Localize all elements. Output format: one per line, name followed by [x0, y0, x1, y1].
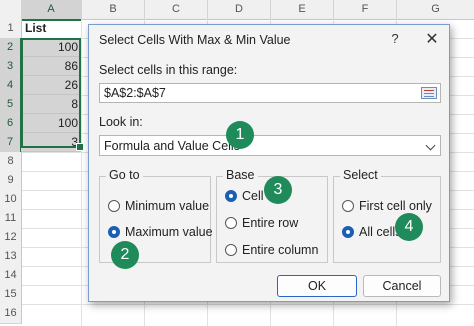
look-in-label: Look in: — [99, 115, 143, 129]
row-header-16[interactable]: 16 — [0, 304, 22, 324]
radio-circle — [108, 200, 120, 212]
row-header-12[interactable]: 12 — [0, 228, 22, 248]
select-all-corner[interactable] — [0, 0, 22, 20]
fill-handle[interactable] — [76, 143, 84, 151]
row-header-15[interactable]: 15 — [0, 285, 22, 305]
row-header-5[interactable]: 5 — [0, 95, 22, 115]
grid-line — [21, 304, 474, 305]
goto-group-title: Go to — [106, 168, 143, 182]
row-header-3[interactable]: 3 — [0, 57, 22, 77]
radio-circle-selected — [342, 226, 354, 238]
range-label: Select cells in this range: — [99, 63, 238, 77]
radio-label: Cell — [242, 189, 264, 203]
select-group: Select First cell only All cells — [333, 168, 441, 263]
radio-label: Maximum value — [125, 225, 213, 239]
row-header-13[interactable]: 13 — [0, 247, 22, 267]
row-header-8[interactable]: 8 — [0, 152, 22, 172]
radio-circle-selected — [225, 190, 237, 202]
cell-a1[interactable]: List — [21, 19, 81, 38]
radio-label: Entire column — [242, 243, 319, 257]
row-header-4[interactable]: 4 — [0, 76, 22, 96]
dialog-titlebar[interactable]: Select Cells With Max & Min Value ? ✕ — [89, 25, 449, 55]
row-header-6[interactable]: 6 — [0, 114, 22, 134]
column-header-b[interactable]: B — [82, 0, 145, 20]
row-header-7[interactable]: 7 — [0, 133, 22, 153]
column-header-c[interactable]: C — [145, 0, 208, 20]
grid-line — [81, 19, 82, 326]
row-header-1[interactable]: 1 — [0, 19, 22, 39]
row-header-10[interactable]: 10 — [0, 190, 22, 210]
help-icon[interactable]: ? — [387, 31, 403, 46]
column-header-e[interactable]: E — [271, 0, 334, 20]
radio-circle — [225, 244, 237, 256]
row-header-14[interactable]: 14 — [0, 266, 22, 286]
range-input[interactable]: $A$2:$A$7 — [99, 83, 441, 103]
callout-badge-3: 3 — [264, 176, 292, 204]
chevron-down-icon — [425, 140, 436, 151]
cancel-button[interactable]: Cancel — [363, 275, 441, 297]
look-in-select[interactable]: Formula and Value Cells — [99, 135, 441, 156]
radio-label: Minimum value — [125, 199, 210, 213]
close-icon[interactable]: ✕ — [423, 29, 441, 49]
look-in-value: Formula and Value Cells — [104, 139, 240, 153]
callout-badge-2: 2 — [111, 241, 139, 269]
radio-label: First cell only — [359, 199, 432, 213]
ok-button[interactable]: OK — [277, 275, 357, 297]
radio-circle-selected — [108, 226, 120, 238]
range-value: $A$2:$A$7 — [104, 86, 166, 100]
column-header-a[interactable]: A — [21, 0, 82, 21]
row-header-9[interactable]: 9 — [0, 171, 22, 191]
column-header-g[interactable]: G — [397, 0, 474, 20]
max-min-dialog: Select Cells With Max & Min Value ? ✕ Se… — [88, 24, 450, 302]
radio-circle — [225, 217, 237, 229]
radio-label: Entire row — [242, 216, 299, 230]
row-header-11[interactable]: 11 — [0, 209, 22, 229]
base-group-title: Base — [223, 168, 258, 182]
range-select-icon[interactable] — [421, 87, 437, 99]
callout-badge-4: 4 — [395, 213, 423, 241]
row-header-2[interactable]: 2 — [0, 38, 22, 58]
column-header-f[interactable]: F — [334, 0, 397, 20]
callout-badge-1: 1 — [226, 121, 254, 149]
select-group-title: Select — [340, 168, 381, 182]
dialog-title: Select Cells With Max & Min Value — [99, 33, 291, 47]
selection-border — [21, 38, 81, 148]
radio-circle — [342, 200, 354, 212]
column-header-d[interactable]: D — [208, 0, 271, 20]
